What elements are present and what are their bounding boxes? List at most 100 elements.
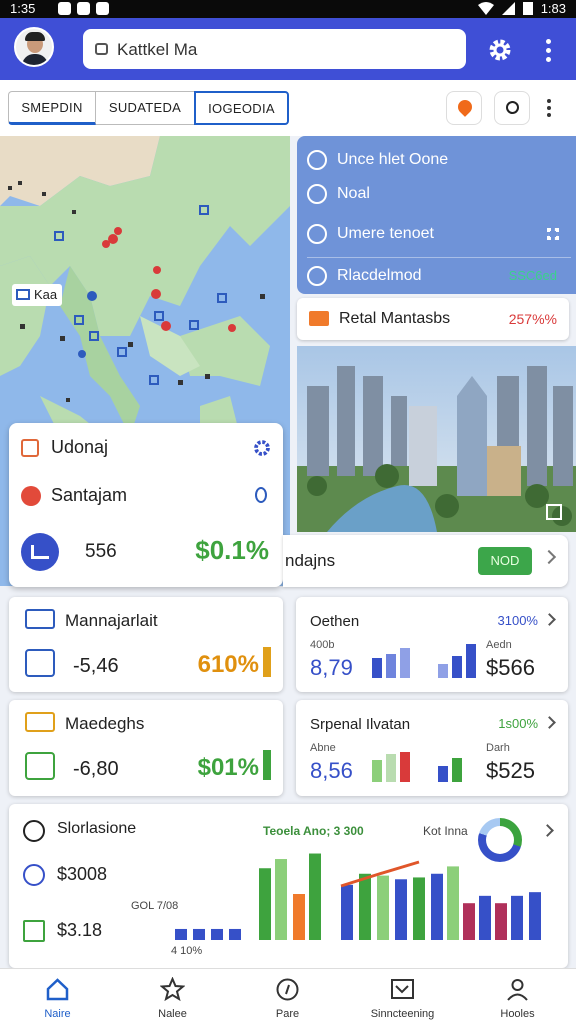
bar-chart [175,853,541,940]
chart-bar [175,928,187,940]
stat-title: Oethen [310,613,360,630]
rental-bar[interactable]: Retal Mantasbs 257%% [297,298,569,340]
chart-bar [259,868,271,940]
stat-card[interactable]: Oethen 3100% 400b Aedn 8,79 $566 [296,597,568,692]
search-icon [95,43,108,55]
info-item-1[interactable]: Unce hlet Oone [307,142,571,178]
location-button[interactable] [446,91,482,125]
status-bar: 1:35 1:83 [0,0,576,18]
stat-title: Srpenal Ilvatan [310,716,411,733]
info-item-4[interactable]: Rlacdelmod SSC6ed [307,257,571,293]
strip-button[interactable]: NOD [478,547,532,575]
info-item-2[interactable]: Noal [307,176,571,212]
city-skyline-image [297,346,576,532]
chart-bar [495,903,507,940]
stat-sub-label: Aedn [486,639,512,651]
bottom-nav: Naire Nalee Pare Sinncteening Hooles [0,968,576,1024]
bar-chart-icon [21,533,59,571]
summary-row-1[interactable]: Udonaj [21,437,108,458]
search-button[interactable] [494,91,530,125]
notification-icon [77,2,90,15]
metric-card[interactable]: Mannajarlait -5,46 610% [9,597,283,692]
chart-bar [275,859,287,940]
chart-bar [479,895,491,940]
avatar-body [22,54,48,65]
overview-chart-card: Slorlasione $3008 $3.18 Teoela Ano; 3 30… [9,804,568,968]
rentals-strip[interactable]: ndajns NOD [283,535,568,587]
gear-icon[interactable] [253,439,271,457]
stat-bar [452,656,462,678]
chart-bar [293,894,305,940]
metric-card[interactable]: Maedeghs -6,80 $01% [9,700,283,796]
battery-icon [522,2,533,15]
more-button[interactable] [532,91,568,125]
stat-sub-label: Abne [310,742,336,754]
image-expand-icon[interactable] [546,504,562,520]
metric-bar [263,750,271,780]
stat-bar [438,664,448,678]
info-item-badge: SSC6ed [508,268,557,283]
folder-icon [25,712,55,732]
notification-icon [58,2,71,15]
summary-card: Udonaj Santajam 556 $0.1% [9,423,283,587]
location-pin-icon [455,97,475,117]
notification-icon [96,2,109,15]
chevron-right-icon[interactable] [541,549,557,565]
growth-chart-icon [25,752,55,780]
metric-title: Maedeghs [65,714,145,733]
metric-value: -5,46 [73,655,119,677]
nav-label: Sinncteening [370,1008,435,1020]
info-icon[interactable] [255,487,267,503]
chart-bar [529,892,541,940]
grid-icon[interactable] [547,228,559,240]
more-menu-icon[interactable] [540,37,556,63]
info-item-label: Noal [337,185,370,202]
summary-row-2-label: Santajam [51,485,128,505]
chart-bar [463,903,475,940]
nav-favorites[interactable]: Nalee [115,969,230,1024]
stat-value: 8,56 [310,758,353,783]
search-input[interactable]: Kattkel Ma [83,29,466,69]
tab-2[interactable]: SUDATEDA [96,91,194,125]
chart-bar [359,873,371,940]
signal-icon [501,2,515,15]
info-item-3[interactable]: Umere tenoet [307,216,571,252]
chart-bar [377,875,389,940]
gear-icon[interactable] [488,38,512,62]
nav-screening[interactable]: Sinncteening [345,969,460,1024]
stat-bar [400,752,410,782]
metric-bar [263,647,271,677]
stat-badge: 1s00% [498,716,538,731]
chart-bar [211,928,223,940]
nav-label: Pare [275,1008,300,1020]
info-item-label: Rlacdelmod [337,267,422,284]
keyboard-icon [25,609,55,629]
nav-profile[interactable]: Hooles [460,969,575,1024]
rental-label: Retal Mantasbs [339,310,451,327]
stat-sub-label: 400b [310,639,335,651]
nav-label: Naire [44,1008,71,1020]
chevron-right-icon[interactable] [543,716,556,729]
strip-label: ndajns [285,551,336,570]
summary-row-2[interactable]: Santajam [21,485,127,506]
info-circle-icon [307,150,327,170]
metric-title: Mannajarlait [65,611,158,630]
nav-home[interactable]: Naire [0,969,115,1024]
stat-card[interactable]: Srpenal Ilvatan 1s00% Abne Darh 8,56 $52… [296,700,568,796]
stat-badge: 3100% [497,613,538,628]
map-label[interactable]: Kaa [12,284,63,306]
chart-bar [395,879,407,940]
info-item-label: Unce hlet Oone [337,151,449,168]
tab-3[interactable]: IOGEODIA [194,91,289,125]
avatar[interactable] [14,27,54,67]
metric-value: -6,80 [73,758,119,780]
person-icon [507,979,528,1001]
chevron-right-icon[interactable] [543,613,556,626]
vertical-dots-icon [547,99,551,120]
stat-bar [372,658,382,678]
nav-explore[interactable]: Pare [230,969,345,1024]
wifi-icon [477,2,494,15]
rental-value: 257%% [508,311,557,327]
tab-1[interactable]: SMEPDIN [8,91,96,125]
chart-bar [341,884,353,940]
